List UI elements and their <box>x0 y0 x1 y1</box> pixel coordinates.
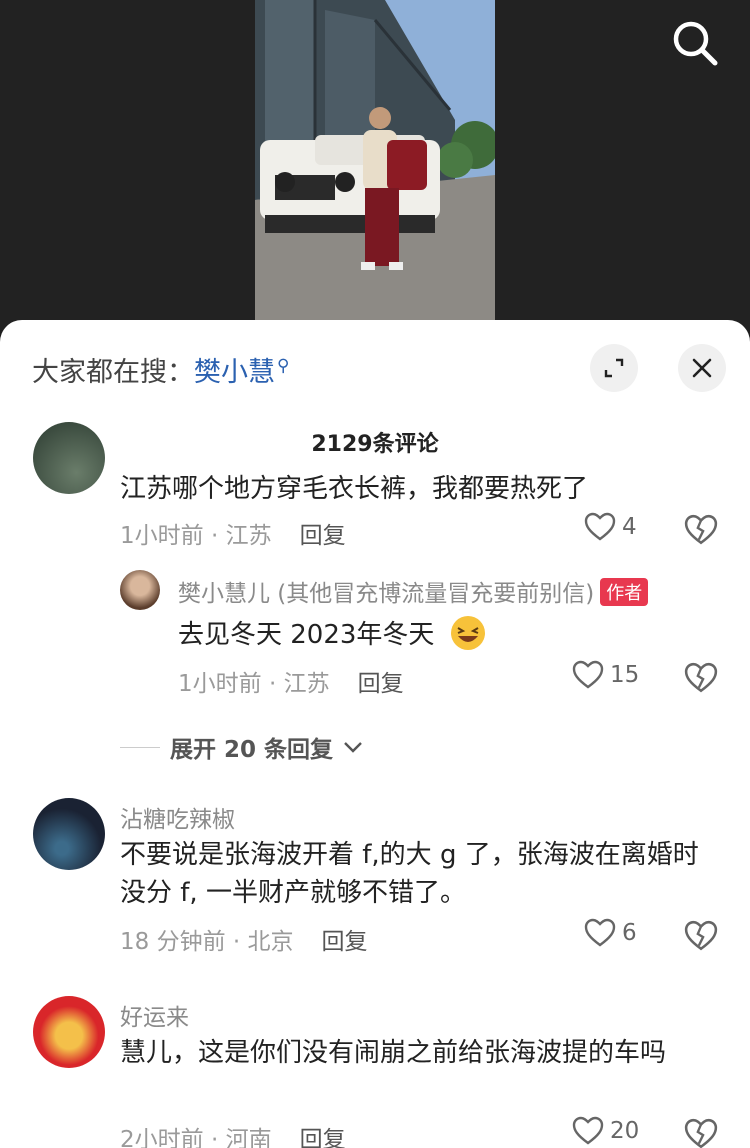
reply-button[interactable]: 回复 <box>322 929 368 955</box>
comment-meta: 1小时前 · 江苏 回复 <box>120 516 346 550</box>
expand-replies-button[interactable]: 展开 20 条回复 <box>120 730 363 764</box>
comment-text: 不要说是张海波开着 f,的大 g 了，张海波在离婚时没分 f, 一半财产就够不错… <box>120 840 699 908</box>
reply-meta: 1小时前 · 江苏 回复 <box>178 664 404 698</box>
comment-meta: 18 分钟前 · 北京 回复 <box>120 922 368 956</box>
avatar[interactable] <box>33 422 105 494</box>
reply-button[interactable]: 回复 <box>300 523 346 549</box>
broken-heart-icon <box>684 920 718 951</box>
comment-time: 18 分钟前 · 北京 <box>120 929 294 955</box>
comment-username[interactable]: 沾糖吃辣椒 <box>120 800 235 834</box>
like-count: 15 <box>610 662 640 688</box>
heart-icon <box>584 512 616 541</box>
comment-time: 1小时前 · 江苏 <box>120 523 272 549</box>
comment-sheet: 大家都在搜：樊小慧 ⚲ 2129条评论 江苏哪个地方穿毛衣长裤，我都要热死了 1… <box>0 320 750 1148</box>
comment-item: 江苏哪个地方穿毛衣长裤，我都要热死了 1小时前 · 江苏 回复 4 <box>0 422 750 570</box>
reply-username-row: 樊小慧儿 (其他冒充博流量冒充要前别信) 作者 <box>178 574 649 608</box>
dislike-button[interactable] <box>684 514 718 548</box>
comment-text: 江苏哪个地方穿毛衣长裤，我都要热死了 <box>120 474 589 504</box>
small-search-icon: ⚲ <box>277 356 290 376</box>
reply-text-row: 去见冬天 2023年冬天 <box>178 614 718 654</box>
broken-heart-icon <box>684 1118 718 1148</box>
heart-icon <box>572 660 604 689</box>
heart-icon <box>572 1116 604 1145</box>
comment-count-title: 2129条评论 <box>311 432 439 457</box>
reply-time: 1小时前 · 江苏 <box>178 671 330 697</box>
reply-item: 樊小慧儿 (其他冒充博流量冒充要前别信) 作者 去见冬天 2023年冬天 1小时前… <box>0 570 750 705</box>
comment-item: 好运来 慧儿，这是你们没有闹崩之前给张海波提的车吗 2小时前 · 河南 回复 20 <box>0 996 750 1148</box>
comment-time: 2小时前 · 河南 <box>120 1127 272 1148</box>
like-button[interactable]: 4 <box>584 512 637 542</box>
search-icon[interactable] <box>668 16 722 70</box>
like-count: 20 <box>610 1118 640 1144</box>
comment-meta: 2小时前 · 河南 回复 <box>120 1120 346 1148</box>
like-button[interactable]: 6 <box>584 918 637 948</box>
comment-text: 慧儿，这是你们没有闹崩之前给张海波提的车吗 <box>120 1038 667 1068</box>
reply-button[interactable]: 回复 <box>300 1127 346 1148</box>
expand-icon <box>604 358 624 378</box>
like-button[interactable]: 20 <box>572 1116 639 1146</box>
expand-replies-label: 展开 20 条回复 <box>170 737 334 763</box>
app-screen: 大家都在搜：樊小慧 ⚲ 2129条评论 江苏哪个地方穿毛衣长裤，我都要热死了 1… <box>0 0 750 1148</box>
avatar[interactable] <box>33 996 105 1068</box>
like-count: 4 <box>622 514 637 540</box>
reply-text: 去见冬天 2023年冬天 <box>178 620 435 650</box>
reply-username[interactable]: 樊小慧儿 (其他冒充博流量冒充要前别信) <box>178 581 594 607</box>
avatar[interactable] <box>33 798 105 870</box>
video-frame <box>255 0 495 322</box>
dislike-button[interactable] <box>684 1118 718 1148</box>
like-count: 6 <box>622 920 637 946</box>
author-badge: 作者 <box>600 578 649 606</box>
suggestion-keyword-link[interactable]: 樊小慧 ⚲ <box>194 356 290 388</box>
heart-icon <box>584 918 616 947</box>
comment-item: 沾糖吃辣椒 不要说是张海波开着 f,的大 g 了，张海波在离婚时没分 f, 一半… <box>0 798 750 963</box>
close-button[interactable] <box>678 344 726 392</box>
broken-heart-icon <box>684 662 718 693</box>
video-player[interactable] <box>0 0 750 330</box>
chevron-down-icon <box>344 742 362 753</box>
suggestion-prefix: 大家都在搜： <box>32 357 194 388</box>
search-suggestion: 大家都在搜：樊小慧 ⚲ <box>32 350 289 389</box>
dislike-button[interactable] <box>684 662 718 696</box>
divider-line <box>120 746 160 748</box>
laughing-emoji-icon <box>450 616 485 650</box>
broken-heart-icon <box>684 514 718 545</box>
suggestion-keyword: 樊小慧 <box>194 357 275 388</box>
like-button[interactable]: 15 <box>572 660 639 690</box>
close-icon <box>692 358 712 378</box>
avatar[interactable] <box>120 570 160 610</box>
sheet-header: 大家都在搜：樊小慧 ⚲ 2129条评论 <box>0 320 750 457</box>
expand-button[interactable] <box>590 344 638 392</box>
comment-username[interactable]: 好运来 <box>120 998 189 1032</box>
reply-button[interactable]: 回复 <box>358 671 404 697</box>
dislike-button[interactable] <box>684 920 718 954</box>
